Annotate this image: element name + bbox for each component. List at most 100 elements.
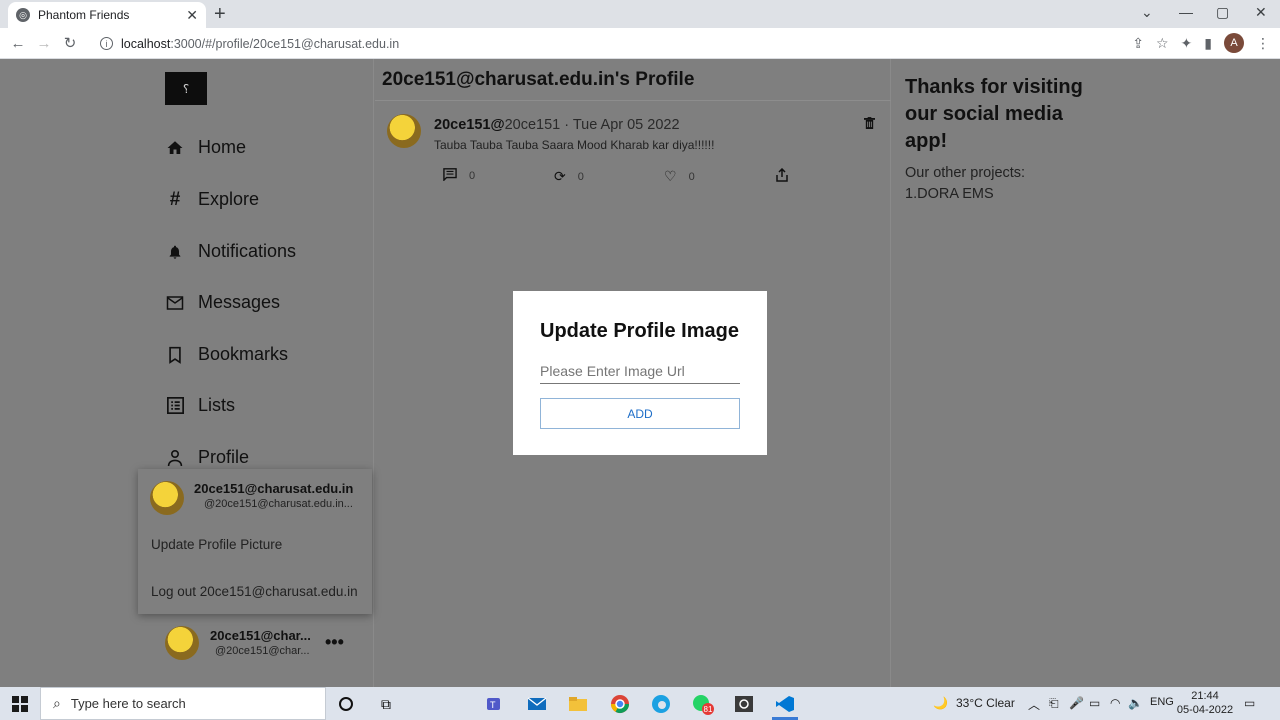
other-projects-label: Our other projects: (905, 165, 1026, 181)
project-link[interactable]: 1.DORA EMS (905, 184, 1105, 205)
update-profile-picture-option[interactable]: Update Profile Picture (151, 537, 282, 552)
volume-icon[interactable]: 🔈 (1128, 696, 1143, 710)
sidebar-item-bookmarks[interactable]: Bookmarks (165, 344, 288, 365)
like-action[interactable]: ♡ 0 (664, 168, 695, 185)
notification-badge: 81 (704, 705, 713, 714)
post-meta: 20ce151 · Tue Apr 05 2022 (504, 117, 680, 133)
sidebar-item-profile[interactable]: Profile (165, 447, 249, 468)
sidebar-item-home[interactable]: Home (165, 137, 246, 158)
comment-icon (443, 168, 457, 184)
taskbar-search-placeholder: Type here to search (70, 696, 186, 711)
url-field[interactable]: i localhost:3000/#/profile/20ce151@charu… (92, 31, 1142, 56)
language-indicator[interactable]: ENG (1150, 696, 1174, 708)
sidebar-item-lists[interactable]: Lists (165, 395, 235, 416)
avatar[interactable] (387, 114, 421, 148)
chevron-up-icon[interactable]: ︿ (1028, 696, 1040, 713)
tab-search-icon[interactable]: ⌄ (1141, 4, 1153, 21)
account-name: 20ce151@charusat.edu.in (194, 481, 354, 496)
file-explorer-icon[interactable] (566, 692, 590, 716)
clock[interactable]: 21:44 05-04-2022 (1175, 689, 1235, 717)
microphone-icon[interactable]: 🎤 (1069, 696, 1084, 710)
hash-icon: # (169, 188, 181, 210)
sidebar-item-label: Lists (198, 395, 236, 415)
browser-tab-strip: ◎ Phantom Friends ✕ + ⌄ — ▢ ✕ (0, 0, 1280, 28)
right-sidebar: Thanks for visiting our social media app… (905, 74, 1105, 205)
sidebar-item-label: Profile (198, 447, 250, 467)
account-switcher[interactable]: 20ce151@char... @20ce151@char... ••• (165, 626, 355, 666)
sidebar-item-label: Messages (198, 292, 281, 312)
battery-icon[interactable]: ▭ (1089, 696, 1100, 710)
app-logo[interactable]: ⸮ (165, 72, 207, 105)
windows-taskbar: ⌕ Type here to search (0, 687, 1280, 720)
sidebar-item-label: Home (198, 137, 247, 157)
share-action[interactable] (776, 167, 800, 185)
sidebar-item-notifications[interactable]: Notifications (165, 241, 296, 262)
comment-action[interactable]: 0 (443, 168, 475, 184)
maximize-icon[interactable]: ▢ (1216, 4, 1229, 21)
sidebar-item-label: Explore (198, 189, 260, 209)
add-button[interactable]: ADD (540, 398, 740, 429)
dialog-title: Update Profile Image (540, 320, 739, 342)
network-device-icon[interactable]: ⎗ (1049, 696, 1059, 711)
post-author-name: 20ce151@ (434, 117, 505, 133)
retweet-count: 0 (577, 170, 584, 183)
account-handle: @20ce151@charusat.edu.in... (204, 498, 353, 510)
logout-option[interactable]: Log out 20ce151@charusat.edu.in (151, 584, 358, 599)
info-icon[interactable]: i (100, 37, 113, 50)
more-icon[interactable]: ••• (325, 632, 344, 653)
whatsapp-icon[interactable]: 81 (691, 692, 715, 716)
search-icon: ⌕ (53, 695, 61, 711)
close-window-icon[interactable]: ✕ (1255, 4, 1267, 21)
minimize-icon[interactable]: — (1179, 4, 1193, 20)
image-url-input[interactable] (540, 359, 740, 384)
browser-profile-avatar[interactable]: A (1224, 33, 1244, 53)
sidebar-item-label: Bookmarks (198, 344, 289, 364)
heart-icon: ♡ (664, 168, 677, 184)
url-path: :3000/#/profile/20ce151@charusat.edu.in (170, 36, 400, 51)
list-icon (165, 396, 185, 416)
cortana-icon[interactable] (334, 692, 358, 716)
person-icon (165, 448, 185, 468)
menu-icon[interactable]: ⋮ (1256, 35, 1270, 52)
trash-icon[interactable] (864, 117, 875, 133)
app-icon[interactable] (732, 692, 756, 716)
close-tab-icon[interactable]: ✕ (186, 7, 198, 24)
weather-icon[interactable]: 🌙 (933, 696, 948, 710)
notification-center-icon[interactable]: ▭ (1244, 696, 1255, 710)
side-panel-icon[interactable]: ▮ (1204, 35, 1212, 52)
chrome-icon[interactable] (608, 692, 632, 716)
new-tab-icon[interactable]: + (214, 4, 226, 24)
browser-toolbar: ⇪ ☆ ✦ ▮ A ⋮ (1132, 33, 1270, 53)
windows-start-icon[interactable] (0, 687, 40, 720)
post: 20ce151@20ce151 · Tue Apr 05 2022 Tauba … (375, 101, 891, 201)
avatar (150, 481, 184, 515)
star-icon[interactable]: ☆ (1156, 35, 1169, 52)
browser-tab[interactable]: ◎ Phantom Friends ✕ (8, 2, 206, 28)
taskbar-search[interactable]: ⌕ Type here to search (40, 687, 326, 720)
bookmark-icon (165, 345, 185, 365)
extensions-icon[interactable]: ✦ (1181, 35, 1193, 52)
weather-text[interactable]: 33°C Clear (956, 696, 1015, 710)
vscode-icon[interactable] (773, 692, 797, 716)
teams-icon[interactable]: T (483, 692, 507, 716)
mail-app-icon[interactable] (525, 692, 549, 716)
svg-text:T: T (490, 700, 496, 710)
update-profile-image-dialog: Update Profile Image ADD (513, 291, 767, 455)
clock-time: 21:44 (1191, 690, 1219, 702)
share-icon[interactable]: ⇪ (1132, 35, 1144, 52)
home-icon (165, 138, 185, 158)
back-icon[interactable]: ← (5, 35, 31, 52)
forward-icon[interactable]: → (31, 35, 57, 52)
page-title: 20ce151@charusat.edu.in's Profile (382, 69, 695, 90)
like-count: 0 (688, 170, 695, 183)
sidebar-item-explore[interactable]: # Explore (165, 189, 259, 210)
tab-title: Phantom Friends (38, 8, 130, 22)
sidebar-item-messages[interactable]: Messages (165, 292, 280, 313)
reload-icon[interactable]: ↻ (57, 34, 83, 52)
edge-icon[interactable] (649, 692, 673, 716)
retweet-action[interactable]: ⟳ 0 (554, 168, 584, 185)
wifi-icon[interactable]: ◠ (1110, 696, 1120, 710)
comment-count: 0 (469, 170, 476, 182)
task-view-icon[interactable]: ⧉ (374, 692, 398, 716)
repeat-icon: ⟳ (554, 168, 566, 184)
